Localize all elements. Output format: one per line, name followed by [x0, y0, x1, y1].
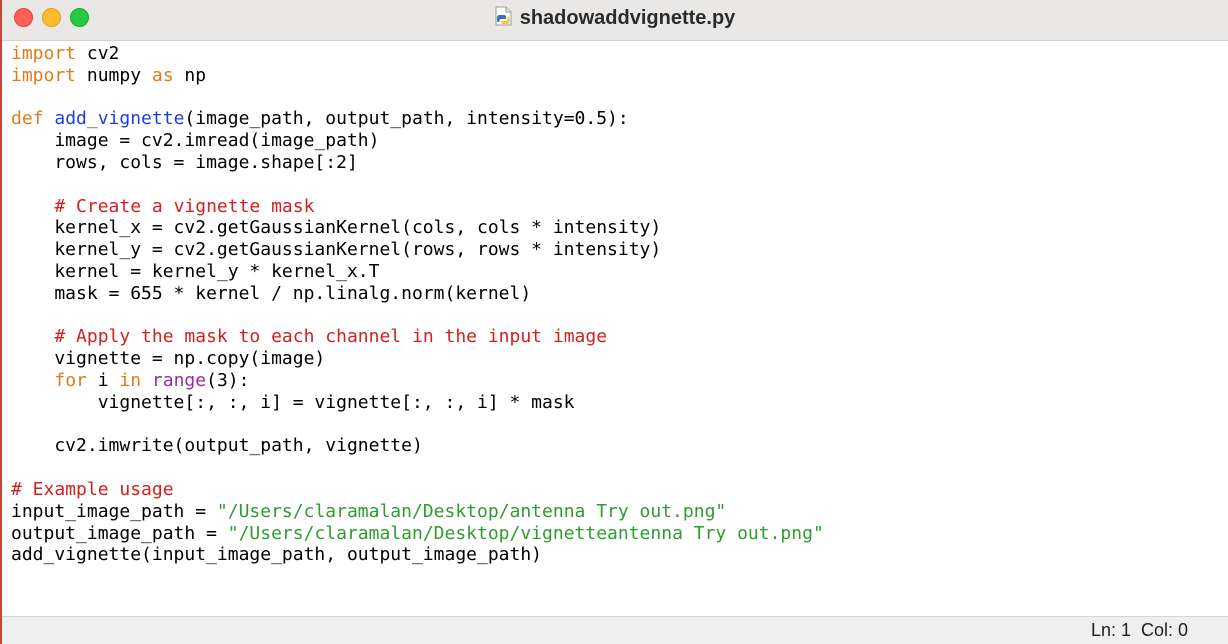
code-line[interactable] [11, 174, 1228, 196]
code-token: add_vignette(input_image_path, output_im… [11, 544, 543, 566]
code-token: rows, cols = image.shape[:2] [11, 151, 358, 173]
code-token: numpy [76, 64, 152, 86]
code-line[interactable]: import numpy as np [11, 65, 1228, 87]
code-line[interactable]: add_vignette(input_image_path, output_im… [11, 544, 1228, 566]
code-token: (3): [206, 369, 250, 391]
code-line[interactable]: kernel_x = cv2.getGaussianKernel(cols, c… [11, 217, 1228, 239]
code-line[interactable]: vignette = np.copy(image) [11, 348, 1228, 370]
code-token: add_vignette [54, 108, 185, 130]
code-line[interactable]: input_image_path = "/Users/claramalan/De… [11, 501, 1228, 523]
code-token: # Apply the mask to each channel in the … [54, 326, 608, 348]
code-token: vignette[:, :, i] = vignette[:, :, i] * … [11, 391, 575, 413]
code-token: in [119, 369, 142, 391]
code-token: import [11, 43, 77, 64]
code-token: input_image_path = [11, 500, 217, 522]
code-line[interactable]: kernel_y = cv2.getGaussianKernel(rows, r… [11, 239, 1228, 261]
code-line[interactable]: rows, cols = image.shape[:2] [11, 152, 1228, 174]
code-token: output_image_path = [11, 522, 228, 544]
code-token: cv2.imwrite(output_path, vignette) [11, 435, 423, 457]
code-line[interactable] [11, 414, 1228, 436]
code-token: "/Users/claramalan/Desktop/antenna Try o… [216, 500, 727, 522]
code-line[interactable]: # Example usage [11, 479, 1228, 501]
code-token: (image_path, output_path, intensity=0.5)… [184, 108, 629, 130]
code-line[interactable]: mask = 655 * kernel / np.linalg.norm(ker… [11, 283, 1228, 305]
code-line[interactable]: output_image_path = "/Users/claramalan/D… [11, 523, 1228, 545]
code-token: i [86, 369, 120, 391]
code-token: import [11, 64, 77, 86]
code-token: cv2 [76, 43, 120, 64]
cursor-position: Ln: 1 Col: 0 [1090, 620, 1188, 640]
code-token: vignette = np.copy(image) [11, 348, 326, 370]
code-token: def [11, 108, 44, 130]
code-token: np [173, 64, 207, 86]
code-token: # Create a vignette mask [54, 195, 315, 217]
code-line[interactable] [11, 305, 1228, 327]
code-line[interactable]: for i in range(3): [11, 370, 1228, 392]
window-title-container: shadowaddvignette.py [2, 6, 1228, 32]
code-token: kernel_x = cv2.getGaussianKernel(cols, c… [11, 217, 662, 239]
code-line[interactable]: image = cv2.imread(image_path) [11, 130, 1228, 152]
code-token: # Example usage [11, 478, 174, 500]
code-editor[interactable]: import cv2 import numpy as np def add_vig… [2, 41, 1228, 616]
title-bar[interactable]: shadowaddvignette.py [2, 0, 1228, 41]
python-file-icon [495, 6, 512, 32]
code-token: as [151, 64, 174, 86]
code-token: for [54, 369, 87, 391]
code-line[interactable]: # Apply the mask to each channel in the … [11, 326, 1228, 348]
code-token: kernel_y = cv2.getGaussianKernel(rows, r… [11, 239, 662, 261]
code-line[interactable]: cv2.imwrite(output_path, vignette) [11, 435, 1228, 457]
window-title: shadowaddvignette.py [519, 7, 736, 29]
code-token: range [151, 369, 207, 391]
code-line[interactable]: vignette[:, :, i] = vignette[:, :, i] * … [11, 392, 1228, 414]
code-token: "/Users/claramalan/Desktop/vignetteanten… [227, 522, 824, 544]
code-text[interactable]: import cv2 import numpy as np def add_vig… [11, 43, 1228, 566]
code-line[interactable] [11, 87, 1228, 109]
code-token: image = cv2.imread(image_path) [11, 130, 380, 152]
code-line[interactable]: kernel = kernel_y * kernel_x.T [11, 261, 1228, 283]
code-token: kernel = kernel_y * kernel_x.T [11, 260, 380, 282]
code-line[interactable]: import cv2 [11, 43, 1228, 65]
code-line[interactable]: # Create a vignette mask [11, 196, 1228, 218]
editor-window: shadowaddvignette.py import cv2 import nu… [0, 0, 1228, 644]
status-bar: Ln: 1 Col: 0 [2, 616, 1228, 644]
code-token: mask = 655 * kernel / np.linalg.norm(ker… [11, 282, 532, 304]
code-line[interactable] [11, 457, 1228, 479]
code-line[interactable]: def add_vignette(image_path, output_path… [11, 108, 1228, 130]
